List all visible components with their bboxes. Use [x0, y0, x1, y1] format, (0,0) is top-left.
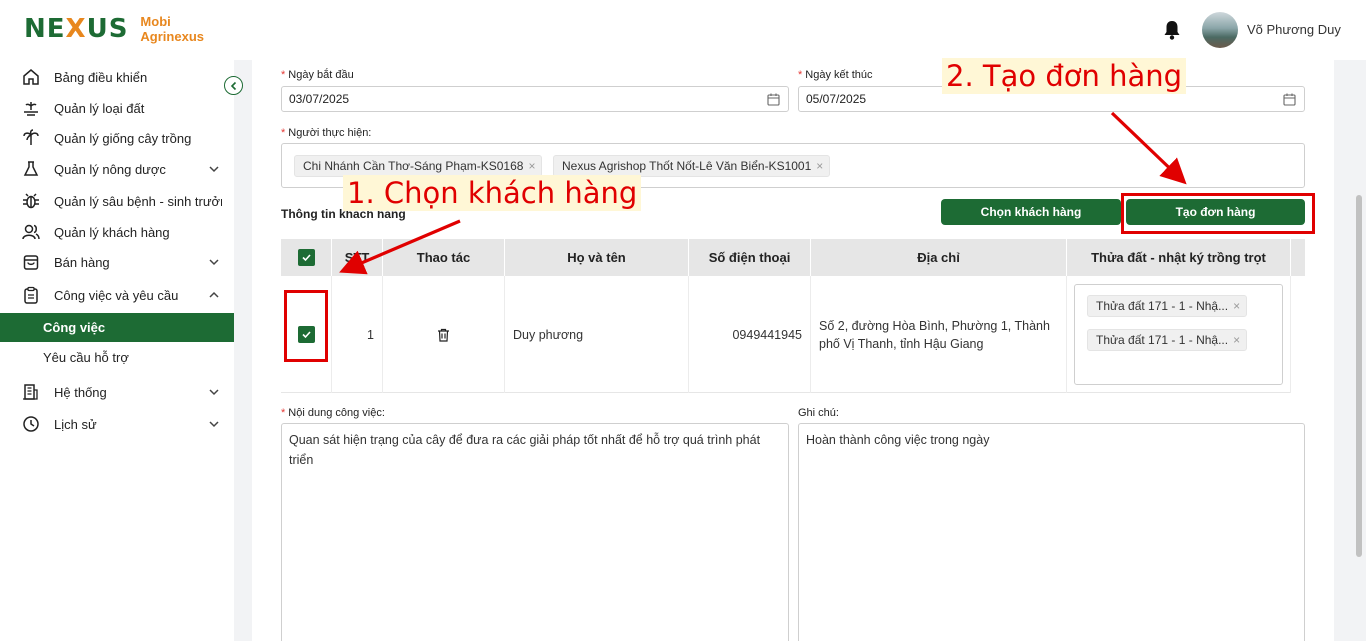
palm-tree-icon — [23, 129, 39, 145]
calendar-icon[interactable] — [1283, 93, 1296, 106]
plots-select[interactable]: Thửa đất 171 - 1 - Nhậ... × Thửa đất 171 … — [1074, 284, 1283, 385]
col-actions: Thao tác — [383, 239, 505, 276]
collapse-sidebar-button[interactable] — [224, 76, 243, 95]
sidebar-item-sales[interactable]: Bán hàng — [0, 247, 234, 277]
start-date-input[interactable]: 03/07/2025 — [281, 86, 789, 112]
history-icon — [23, 416, 39, 432]
sidebar-subitem-tasks[interactable]: Công việc — [0, 313, 234, 342]
performer-tag: Chi Nhánh Cần Thơ-Sáng Phạm-KS0168 × — [294, 155, 543, 177]
col-phone: Số điện thoại — [689, 239, 811, 276]
performer-label: * Người thực hiện: — [281, 127, 372, 139]
close-icon[interactable]: × — [528, 159, 535, 173]
note-label: Ghi chú: — [798, 407, 839, 419]
start-date-label: * Ngày bắt đầu — [281, 69, 354, 81]
chevron-down-icon — [209, 421, 219, 428]
col-name: Họ và tên — [505, 239, 689, 276]
chevron-up-icon — [209, 291, 219, 298]
bell-icon[interactable] — [1162, 19, 1182, 41]
building-icon — [23, 384, 38, 400]
sidebar-item-pests[interactable]: Quản lý sâu bệnh - sinh trưởng — [0, 186, 234, 216]
home-icon — [23, 69, 39, 85]
chevron-left-icon — [230, 81, 236, 90]
sidebar-item-customers[interactable]: Quản lý khách hàng — [0, 217, 234, 247]
plot-tag: Thửa đất 171 - 1 - Nhậ... × — [1087, 329, 1248, 351]
row-phone: 0949441945 — [689, 276, 811, 393]
scroll-thumb[interactable] — [1356, 195, 1362, 557]
chevron-down-icon — [209, 259, 219, 266]
annotation-step2: 2. Tạo đơn hàng — [942, 58, 1187, 94]
clipboard-icon — [24, 286, 38, 304]
shopping-bag-icon — [23, 255, 39, 270]
close-icon[interactable]: × — [1233, 333, 1240, 347]
logo[interactable]: NEXUS Mobi Agrinexus — [24, 14, 204, 44]
col-stt: STT — [332, 239, 383, 276]
close-icon[interactable]: × — [816, 159, 823, 173]
table-header: STT Thao tác Họ và tên Số điện thoại Địa… — [281, 239, 1305, 276]
user-name[interactable]: Võ Phương Duy — [1247, 22, 1341, 37]
flask-icon — [23, 161, 39, 176]
sidebar-item-history[interactable]: Lịch sử — [0, 409, 234, 439]
trash-icon[interactable] — [437, 328, 450, 342]
sidebar-item-dashboard[interactable]: Bảng điều khiển — [0, 62, 234, 92]
bug-icon — [23, 193, 39, 209]
check-icon — [301, 254, 311, 262]
annotation-box-row-checkbox — [284, 290, 328, 362]
row-actions — [383, 276, 505, 393]
close-icon[interactable]: × — [1233, 299, 1240, 313]
logo-mark: NEXUS — [24, 14, 129, 44]
row-address: Số 2, đường Hòa Bình, Phường 1, Thành ph… — [811, 276, 1067, 393]
table-row: 1 Duy phương 0949441945 Số 2, đường Hòa … — [281, 276, 1291, 393]
avatar[interactable] — [1202, 12, 1238, 48]
end-date-value: 05/07/2025 — [806, 92, 867, 106]
sidebar-item-system[interactable]: Hệ thống — [0, 377, 234, 407]
sidebar-item-tasks-requests[interactable]: Công việc và yêu cầu — [0, 280, 234, 310]
row-plots-cell: Thửa đất 171 - 1 - Nhậ... × Thửa đất 171 … — [1067, 276, 1291, 393]
row-stt: 1 — [332, 276, 383, 393]
annotation-step1: 1. Chọn khách hàng — [343, 175, 642, 211]
calendar-icon[interactable] — [767, 93, 780, 106]
performer-tag: Nexus Agrishop Thốt Nốt-Lê Văn Biển-KS10… — [553, 155, 831, 177]
col-plots: Thửa đất - nhật ký trồng trọt — [1067, 239, 1291, 276]
select-all-checkbox[interactable] — [297, 249, 315, 266]
sidebar-item-soil[interactable]: Quản lý loại đất — [0, 93, 234, 123]
chevron-down-icon — [209, 166, 219, 173]
brand-name: Mobi Agrinexus — [140, 14, 204, 44]
note-textarea[interactable]: Hoàn thành công việc trong ngày — [798, 423, 1305, 641]
content-label: * Nội dung công việc: — [281, 407, 385, 419]
select-all-cell — [281, 239, 332, 276]
start-date-value: 03/07/2025 — [289, 92, 350, 106]
choose-customer-button[interactable]: Chọn khách hàng — [941, 199, 1121, 225]
soil-icon — [24, 102, 38, 116]
annotation-box-create-order — [1121, 193, 1315, 234]
end-date-label: * Ngày kết thúc — [798, 69, 873, 81]
plot-tag: Thửa đất 171 - 1 - Nhậ... × — [1087, 295, 1248, 317]
sidebar-subitem-support-requests[interactable]: Yêu cầu hỗ trợ — [0, 343, 234, 372]
sidebar-item-pesticides[interactable]: Quản lý nông dược — [0, 154, 234, 184]
content-textarea[interactable]: Quan sát hiện trạng của cây để đưa ra cá… — [281, 423, 789, 641]
sidebar-item-plant-varieties[interactable]: Quản lý giống cây trồng — [0, 123, 234, 153]
top-header: NEXUS Mobi Agrinexus Võ Phương Duy — [0, 0, 1366, 60]
col-address: Địa chỉ — [811, 239, 1067, 276]
chevron-down-icon — [209, 389, 219, 396]
row-name: Duy phương — [505, 276, 689, 393]
vertical-scrollbar[interactable] — [1352, 60, 1366, 641]
users-icon — [22, 224, 40, 240]
